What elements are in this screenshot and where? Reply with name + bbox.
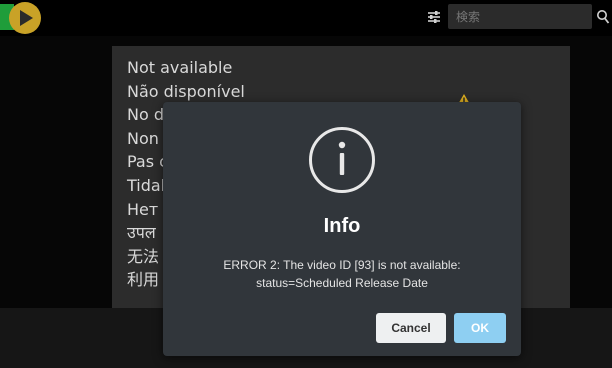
unavailable-message: Not available [127, 58, 233, 77]
filter-button[interactable] [424, 7, 444, 27]
dialog-message-line: status=Scheduled Release Date [256, 276, 428, 290]
dialog-message: ERROR 2: The video ID [93] is not availa… [183, 256, 501, 292]
dialog-title: Info [323, 215, 361, 237]
ok-button[interactable]: OK [454, 313, 506, 343]
cancel-button[interactable]: Cancel [376, 313, 446, 343]
info-circle-icon [309, 127, 375, 193]
search-icon [597, 10, 610, 24]
search-input[interactable] [448, 4, 592, 29]
play-logo-icon [20, 10, 33, 26]
sliders-icon [428, 11, 440, 23]
dialog-message-line: ERROR 2: The video ID [93] is not availa… [223, 258, 461, 272]
site-logo[interactable] [0, 0, 46, 36]
top-bar [0, 0, 612, 36]
search-button[interactable] [596, 9, 610, 25]
info-dialog: Info ERROR 2: The video ID [93] is not a… [163, 102, 521, 356]
unavailable-message: Não disponível [127, 81, 245, 101]
